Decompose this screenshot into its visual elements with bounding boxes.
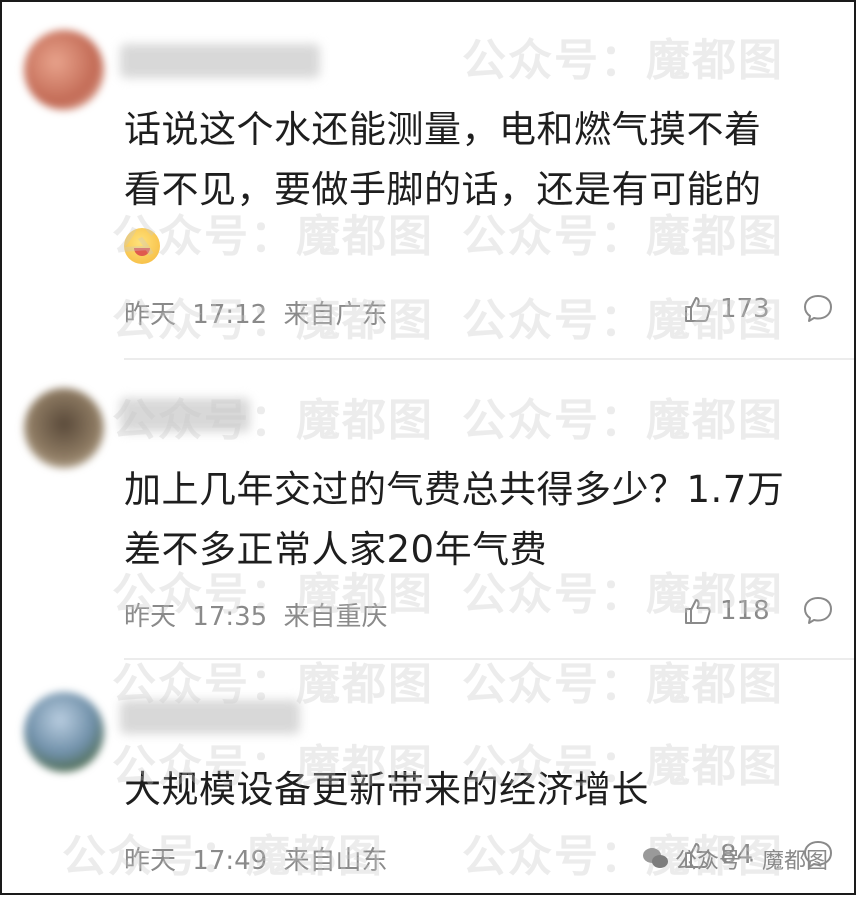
- comment-meta: 昨天 17:12 来自广东: [124, 294, 396, 331]
- comment-screenshot: 话说这个水还能测量，电和燃气摸不着 看不见，要做手脚的话，还是有可能的 昨天 1…: [0, 0, 856, 895]
- comment-time: 17:35: [192, 602, 268, 632]
- username-blurred[interactable]: [120, 398, 250, 432]
- footer-watermark-text: 公众号 · 魔都图: [675, 849, 828, 874]
- comment-date: 昨天: [124, 300, 177, 330]
- like-button[interactable]: 173: [682, 294, 770, 324]
- comment-location: 来自山东: [283, 846, 388, 876]
- comment-bubble-icon[interactable]: [802, 292, 834, 324]
- thumbs-up-icon: [682, 294, 712, 324]
- avatar[interactable]: [24, 388, 104, 468]
- comment-date: 昨天: [124, 846, 177, 876]
- comment-time: 17:12: [192, 300, 268, 330]
- comment-bubble-icon[interactable]: [802, 594, 834, 626]
- username-blurred[interactable]: [120, 44, 320, 78]
- comment-time: 17:49: [192, 846, 268, 876]
- divider: [124, 658, 854, 660]
- comment-meta: 昨天 17:35 来自重庆: [124, 596, 396, 633]
- avatar[interactable]: [24, 692, 104, 772]
- comment-location: 来自广东: [283, 300, 388, 330]
- watermark: 公众号：魔都图: [462, 395, 784, 446]
- watermark: 公众号：魔都图: [462, 35, 784, 86]
- like-button[interactable]: 118: [682, 596, 770, 626]
- username-blurred[interactable]: [120, 700, 300, 734]
- comment-text: 大规模设备更新带来的经济增长: [124, 760, 818, 820]
- drooling-face-emoji-icon: [124, 227, 160, 264]
- divider: [124, 358, 854, 360]
- footer-watermark: 公众号 · 魔都图: [643, 843, 828, 875]
- comment-text: 话说这个水还能测量，电和燃气摸不着 看不见，要做手脚的话，还是有可能的: [124, 100, 818, 268]
- comment-text-line: 看不见，要做手脚的话，还是有可能的: [124, 168, 762, 211]
- avatar[interactable]: [24, 30, 104, 110]
- comment-text-line: 话说这个水还能测量，电和燃气摸不着: [124, 108, 762, 151]
- comment-text-line: 加上几年交过的气费总共得多少？1.7万: [124, 468, 785, 511]
- comment-text: 加上几年交过的气费总共得多少？1.7万 差不多正常人家20年气费: [124, 460, 818, 580]
- comment-location: 来自重庆: [283, 602, 388, 632]
- comment-meta: 昨天 17:49 来自山东: [124, 840, 396, 877]
- comment-text-line: 大规模设备更新带来的经济增长: [124, 768, 649, 811]
- comment-date: 昨天: [124, 602, 177, 632]
- wechat-icon: [643, 848, 669, 870]
- comment-text-line: 差不多正常人家20年气费: [124, 528, 548, 571]
- like-count: 118: [720, 596, 770, 626]
- thumbs-up-icon: [682, 596, 712, 626]
- like-count: 173: [720, 294, 770, 324]
